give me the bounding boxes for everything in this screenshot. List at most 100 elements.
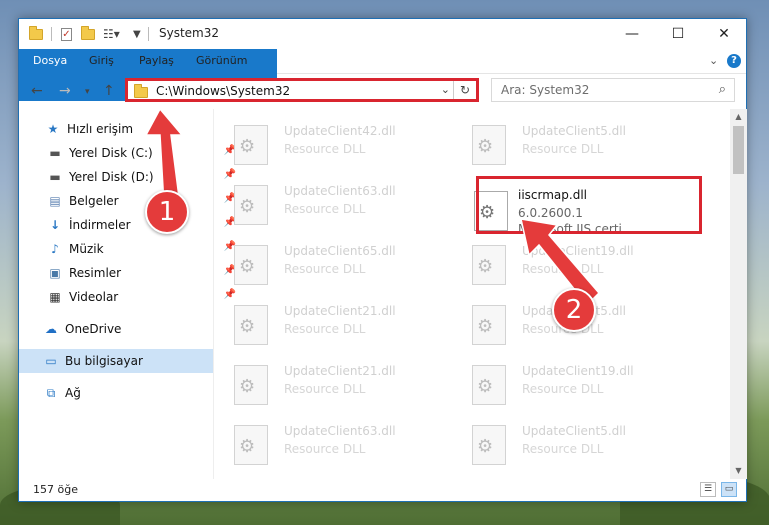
scroll-down-icon[interactable]: ▼ [730,463,747,479]
forward-icon[interactable]: → [59,83,71,99]
sidebar-item-label: Belgeler [69,194,119,208]
file-type: Resource DLL [284,262,366,276]
star-icon: ★ [47,122,59,136]
sidebar-item-pictures[interactable]: ▣ Resimler 📌 [19,261,241,285]
search-icon[interactable]: ⌕ [719,82,726,97]
file-name: UpdateClient5.dll [522,424,626,438]
dll-file-icon [234,425,268,465]
sidebar-item-label: Hızlı erişim [67,122,134,136]
music-icon: ♪ [51,242,59,256]
file-type: Resource DLL [284,442,366,456]
file-item[interactable]: UpdateClient21.dll Resource DLL [216,297,446,349]
file-name: UpdateClient19.dll [522,244,634,258]
file-type: Resource DLL [284,322,366,336]
file-name: UpdateClient63.dll [284,184,396,198]
file-name: UpdateClient63.dll [284,424,396,438]
details-view-icon[interactable]: ☰ [700,482,716,497]
help-icon[interactable]: ? [727,54,741,68]
cloud-icon: ☁ [45,322,57,336]
ribbon: Dosya Giriş Paylaş Görünüm ⌄ ? [19,49,746,101]
sidebar-item-onedrive[interactable]: ☁ OneDrive [19,317,237,341]
new-folder-icon[interactable] [81,25,95,42]
pictures-icon: ▣ [49,266,61,280]
dll-file-icon [234,245,268,285]
dll-file-icon [472,365,506,405]
sidebar-item-label: Resimler [69,266,122,280]
title-bar: ✓ ☷▾ ▼ System32 — ☐ ✕ [19,19,746,49]
drive-icon: ▬ [49,170,61,184]
sidebar-item-music[interactable]: ♪ Müzik 📌 [19,237,241,261]
file-type: Resource DLL [522,382,604,396]
sidebar-item-label: Yerel Disk (C:) [69,146,153,160]
sidebar-item-label: Ağ [65,386,81,400]
documents-icon: ▤ [49,194,61,208]
file-item[interactable]: UpdateClient21.dll Resource DLL [216,357,446,409]
sidebar-item-label: Videolar [69,290,119,304]
file-highlight-box [476,176,702,234]
file-item[interactable]: UpdateClient5.dll Resource DLL [454,117,684,169]
maximize-button[interactable]: ☐ [655,19,701,49]
scroll-up-icon[interactable]: ▲ [730,109,747,125]
window-title: System32 [159,26,220,40]
file-item[interactable]: UpdateClient65.dll Resource DLL [216,237,446,289]
dll-file-icon [234,365,268,405]
tab-view[interactable]: Görünüm [186,49,257,73]
file-type: Resource DLL [284,382,366,396]
file-type: Resource DLL [284,202,366,216]
dll-file-icon [234,125,268,165]
back-icon[interactable]: ← [31,83,43,99]
file-list: UpdateClient42.dll Resource DLL UpdateCl… [214,109,730,477]
expand-ribbon-icon[interactable]: ⌄ [709,54,718,67]
sidebar-item-documents[interactable]: ▤ Belgeler 📌 [19,189,241,213]
file-item[interactable]: UpdateClient5.dll Resource DLL [454,417,684,469]
customize-toolbar-icon[interactable]: ☷▾ [103,26,120,42]
sidebar-item-label: OneDrive [65,322,122,336]
dll-file-icon [472,125,506,165]
file-item[interactable]: UpdateClient63.dll Resource DLL [216,417,446,469]
sidebar-item-videos[interactable]: ▦ Videolar 📌 [19,285,241,309]
file-item[interactable]: UpdateClient19.dll Resource DLL [454,237,684,289]
dll-file-icon [234,305,268,345]
network-icon: ⧉ [46,385,56,400]
callout-step-1: 1 [145,190,189,234]
file-name: UpdateClient42.dll [284,124,396,138]
sidebar-item-quick-access[interactable]: ★ Hızlı erişim [19,117,239,141]
quick-access-dropdown-icon[interactable]: ▼ [133,26,141,42]
navigation-pane: ★ Hızlı erişim ▬ Yerel Disk (C:) 📌 ▬ Yer… [19,109,236,479]
tiles-view-icon[interactable]: ▭ [721,482,737,497]
sidebar-item-label: Müzik [69,242,104,256]
close-button[interactable]: ✕ [701,19,747,49]
search-placeholder: Ara: System32 [501,83,590,97]
search-box[interactable]: Ara: System32 ⌕ [491,78,735,102]
tab-home[interactable]: Giriş [79,49,124,73]
recent-locations-icon[interactable]: ▾ [85,87,90,97]
address-bar[interactable]: C:\Windows\System32 ⌄ ↻ [125,78,479,102]
computer-icon: ▭ [45,354,57,368]
dll-file-icon [234,185,268,225]
sidebar-item-local-disk-c[interactable]: ▬ Yerel Disk (C:) 📌 [19,141,241,165]
scroll-thumb[interactable] [733,126,744,174]
sidebar-item-label: Bu bilgisayar [65,354,143,368]
sidebar-item-this-pc[interactable]: ▭ Bu bilgisayar [19,349,213,373]
folder-icon [29,25,43,42]
file-item[interactable]: UpdateClient42.dll Resource DLL [216,117,446,169]
file-type: Resource DLL [522,442,604,456]
sidebar-item-network[interactable]: ⧉ Ağ [19,381,237,405]
download-icon: ↓ [49,218,61,232]
file-item[interactable]: UpdateClient63.dll Resource DLL [216,177,446,229]
file-item[interactable]: UpdateClient19.dll Resource DLL [454,357,684,409]
refresh-icon[interactable]: ↻ [453,81,476,99]
properties-icon[interactable]: ✓ [61,26,72,42]
up-icon[interactable]: ↑ [103,83,115,99]
tab-share[interactable]: Paylaş [129,49,184,73]
file-name: UpdateClient5.dll [522,124,626,138]
address-dropdown-icon[interactable]: ⌄ [441,83,450,96]
status-bar: 157 öğe ☰ ▭ [19,479,746,501]
vertical-scrollbar[interactable]: ▲ ▼ [730,109,747,479]
sidebar-item-local-disk-d[interactable]: ▬ Yerel Disk (D:) 📌 [19,165,241,189]
minimize-button[interactable]: — [609,19,655,49]
dll-file-icon [472,425,506,465]
explorer-window: ✓ ☷▾ ▼ System32 — ☐ ✕ Dosya Giriş Paylaş… [18,18,747,502]
drive-icon: ▬ [49,146,61,160]
sidebar-item-downloads[interactable]: ↓ İndirmeler 📌 [19,213,241,237]
